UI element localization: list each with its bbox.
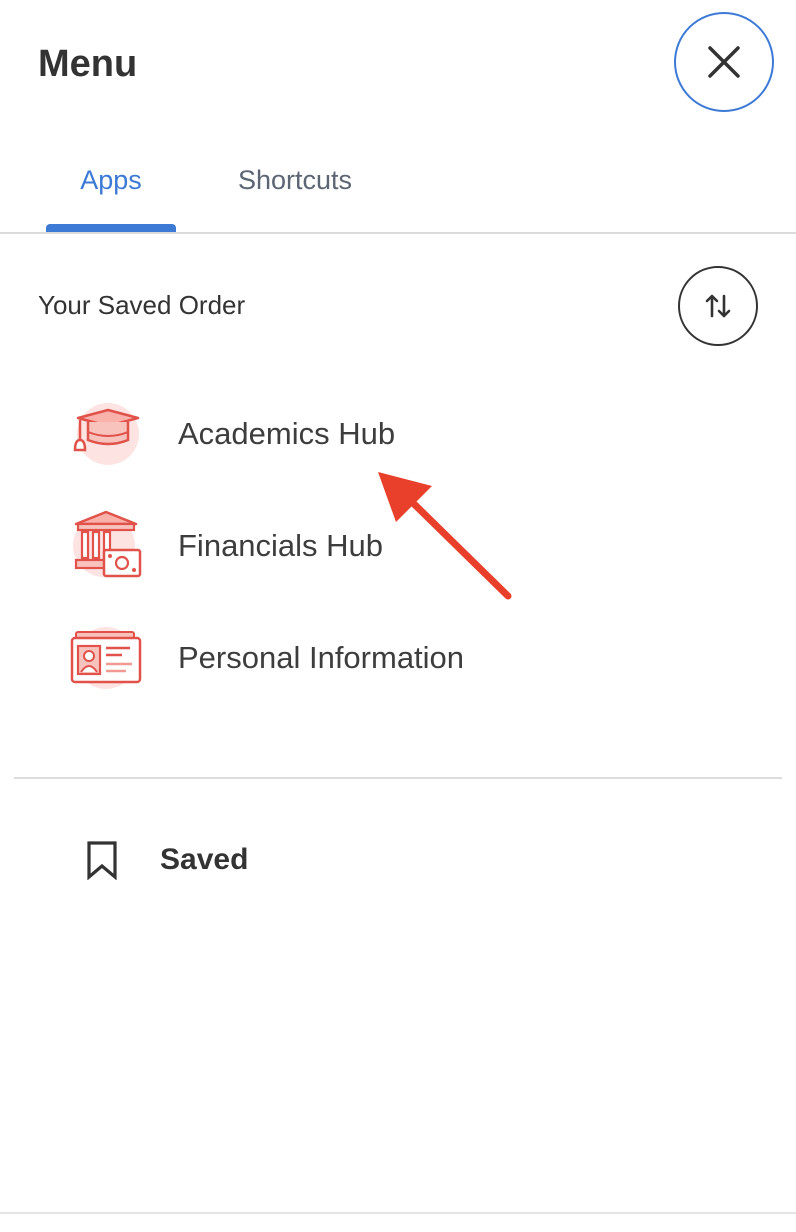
bottom-divider (0, 1212, 796, 1214)
app-item-academics-hub[interactable]: Academics Hub (60, 389, 660, 479)
app-label: Financials Hub (178, 528, 384, 563)
saved-label: Saved (160, 843, 249, 876)
page-title: Menu (38, 43, 138, 85)
app-item-personal-information[interactable]: Personal Information (60, 613, 660, 703)
close-button[interactable] (674, 12, 774, 112)
annotation-arrow-icon (378, 472, 512, 600)
bank-money-icon (73, 510, 142, 578)
saved-section[interactable]: Saved (84, 830, 248, 890)
bookmark-icon (87, 841, 117, 880)
app-label: Personal Information (178, 640, 465, 675)
tab-bar: Apps Shortcuts (0, 140, 796, 234)
tabs-divider (0, 232, 796, 234)
app-label: Academics Hub (178, 416, 396, 451)
section-divider (14, 777, 782, 779)
app-item-financials-hub[interactable]: Financials Hub (60, 501, 660, 591)
swap-vertical-icon (705, 294, 731, 318)
close-icon (708, 46, 740, 78)
graduation-cap-icon (73, 403, 140, 465)
saved-order-label: Your Saved Order (38, 290, 246, 320)
tab-apps[interactable]: Apps (46, 140, 176, 234)
menu-page: Menu Apps Shortcuts Your Saved Order Aca… (0, 0, 796, 1232)
active-tab-indicator (46, 224, 176, 232)
tab-shortcuts[interactable]: Shortcuts (212, 140, 378, 234)
id-card-icon (70, 627, 142, 689)
reorder-button[interactable] (678, 266, 758, 346)
